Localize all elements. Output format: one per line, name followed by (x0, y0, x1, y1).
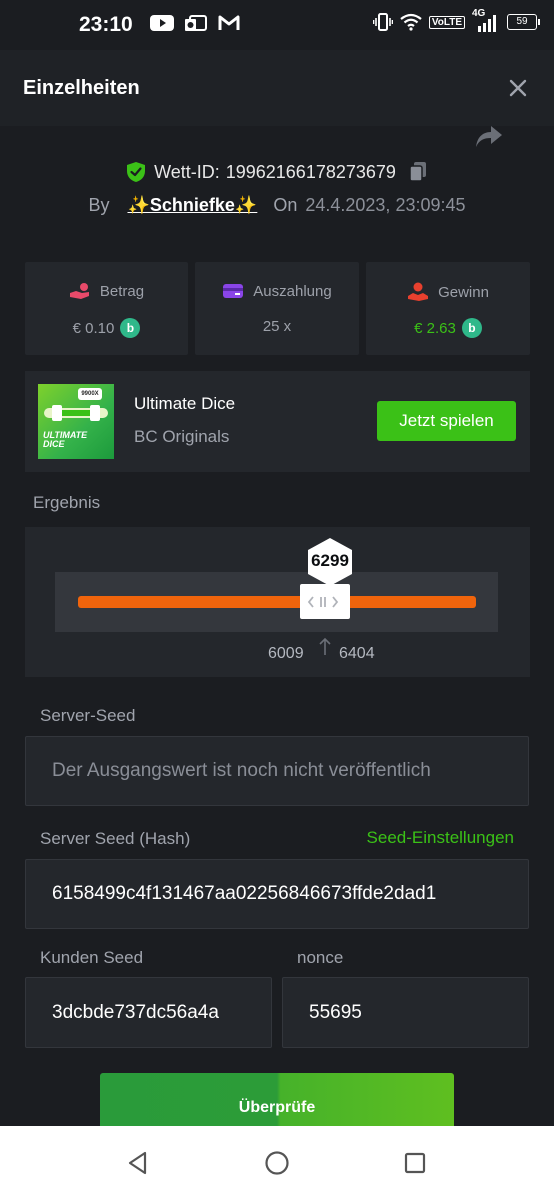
arrow-up-icon (319, 637, 331, 655)
by-label: By (88, 194, 110, 215)
username-link[interactable]: ✨Schniefke✨ (127, 195, 257, 216)
server-seed-hash-label: Server Seed (Hash) (40, 829, 191, 848)
bc-coin-icon: b (461, 318, 482, 338)
server-seed-field[interactable]: Der Ausgangswert ist noch nicht veröffen… (25, 736, 529, 806)
game-name: Ultimate Dice (134, 394, 236, 413)
bet-date: 24.4.2023, 23:09:45 (305, 194, 466, 215)
range-low: 6009 (268, 645, 304, 662)
slider-bar (78, 596, 476, 608)
result-label: Ergebnis (33, 493, 101, 512)
game-thumbnail: 9900X ULTIMATE DICE (38, 384, 114, 459)
bc-coin-icon: b (120, 318, 141, 338)
on-label: On (273, 194, 298, 215)
stat-value: € 0.10 (72, 319, 115, 337)
home-icon[interactable] (264, 1150, 290, 1176)
thumb-title: ULTIMATE DICE (43, 430, 88, 449)
slider-grip-icon (307, 595, 339, 608)
play-now-button[interactable]: Jetzt spielen (377, 401, 516, 441)
stat-value: € 2.63 (414, 319, 456, 337)
vibrate-icon (372, 13, 393, 31)
volte-badge: VoLTE (428, 15, 465, 29)
nonce-field[interactable]: 55695 (282, 977, 529, 1048)
signal-icon (478, 15, 496, 32)
details-header: Einzelheiten (0, 50, 554, 126)
game-provider: BC Originals (134, 427, 230, 446)
wallet-card-icon (223, 284, 244, 298)
range-high: 6404 (339, 645, 375, 662)
result-card: 6299 6009 6404 (25, 527, 530, 677)
status-indicators: VoLTE 4G 59 (372, 8, 540, 32)
stat-card-profit: Gewinn € 2.63 b (366, 262, 530, 355)
bet-id-row: Wett-ID: 19962166178273679 (0, 158, 554, 186)
youtube-icon (150, 15, 174, 31)
status-time: 23:10 (79, 13, 133, 36)
bet-id-label: Wett-ID: (154, 161, 220, 182)
page-title: Einzelheiten (23, 77, 140, 99)
client-seed-field[interactable]: 3dcbde737dc56a4a (25, 977, 272, 1048)
outlook-icon (185, 15, 207, 31)
signal-group: 4G (472, 8, 500, 32)
seed-settings-link[interactable]: Seed-Einstellungen (367, 828, 514, 848)
server-seed-hash-field[interactable]: 6158499c4f131467aa02256846673ffde2dad1 (25, 859, 529, 929)
close-icon[interactable] (508, 78, 528, 98)
stat-label: Betrag (99, 282, 145, 300)
server-seed-label: Server-Seed (40, 706, 136, 725)
slider-handle[interactable] (300, 584, 350, 619)
back-icon[interactable] (125, 1150, 151, 1176)
status-bar: 23:10 VoLTE 4G 59 (0, 0, 554, 50)
copy-icon[interactable] (408, 161, 428, 183)
share-icon[interactable] (474, 124, 504, 150)
system-nav-bar (0, 1126, 554, 1200)
stat-label: Auszahlung (253, 282, 332, 300)
nonce-label: nonce (297, 948, 344, 967)
stat-card-payout: Auszahlung 25 x (195, 262, 359, 355)
stat-label: Gewinn (438, 283, 489, 301)
recents-icon[interactable] (402, 1150, 428, 1176)
gmail-icon (218, 15, 240, 30)
stat-value: 25 x (262, 318, 292, 335)
bet-meta-row: By ✨Schniefke✨ On 24.4.2023, 23:09:45 (0, 192, 554, 218)
client-seed-label: Kunden Seed (40, 948, 144, 967)
bet-id-value: 19962166178273679 (225, 161, 396, 182)
battery-level: 59 (507, 14, 537, 30)
game-card: 9900X ULTIMATE DICE Ultimate Dice BC Ori… (25, 371, 530, 472)
hand-coins-icon (69, 283, 89, 299)
battery-icon: 59 (507, 14, 540, 30)
thumb-badge: 9900X (78, 388, 102, 400)
stat-card-amount: Betrag € 0.10 b (25, 262, 188, 355)
verify-button[interactable]: Überprüfe (100, 1073, 454, 1133)
result-value: 6299 (311, 551, 349, 570)
hand-receive-icon (408, 282, 429, 301)
shield-check-icon (127, 162, 146, 182)
wifi-icon (400, 13, 422, 31)
